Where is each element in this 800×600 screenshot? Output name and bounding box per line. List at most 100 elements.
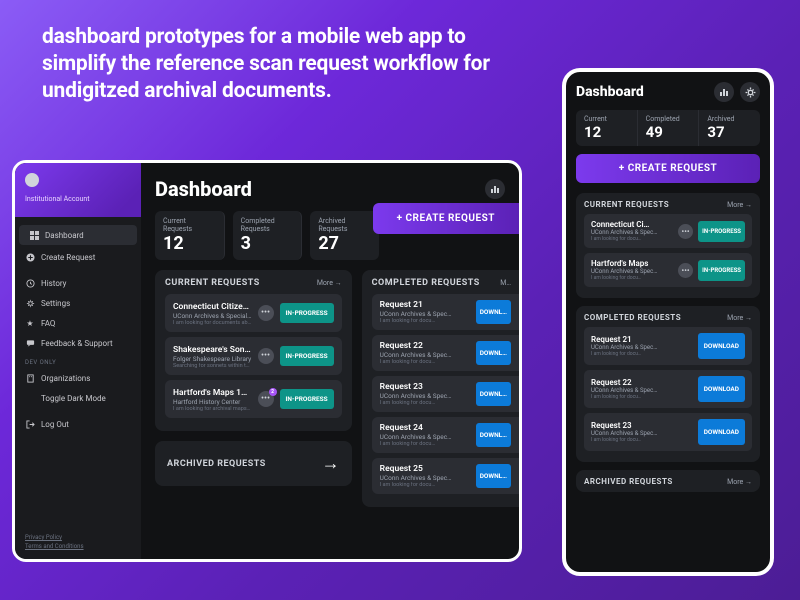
request-source: UConn Archives & Spec… [380, 474, 470, 482]
panel-title: ARCHIVED REQUESTS [167, 459, 266, 469]
request-note: I am looking for docu… [380, 318, 470, 324]
more-actions-button[interactable]: ••• [258, 305, 274, 321]
sidebar-item-label: Toggle Dark Mode [41, 394, 106, 403]
request-title: Request 22 [380, 341, 470, 351]
request-title: Request 24 [380, 423, 470, 433]
download-button[interactable]: DOWNLOAD [698, 419, 745, 445]
download-button[interactable]: DOWNL… [476, 382, 511, 406]
analytics-button[interactable] [485, 179, 505, 199]
download-button[interactable]: DOWNLOAD [698, 333, 745, 359]
desktop-mock: Institutional Account Dashboard Create R… [12, 160, 522, 562]
request-title: Request 23 [380, 382, 470, 392]
settings-button[interactable] [740, 82, 760, 102]
panel-title: CURRENT REQUESTS [165, 278, 260, 288]
avatar[interactable] [25, 173, 39, 187]
request-card[interactable]: Request 24 UConn Archives & Spec… I am l… [372, 417, 519, 453]
stat-value: 49 [646, 123, 691, 141]
more-actions-button[interactable]: •••2 [258, 391, 274, 407]
request-card[interactable]: Request 25 UConn Archives & Spec… I am l… [372, 458, 519, 494]
request-card[interactable]: Hartford's Maps 1935 Hartford History Ce… [165, 380, 342, 418]
request-note: I am looking for documents about the Con… [173, 320, 252, 326]
more-link[interactable]: More → [727, 478, 752, 486]
sidebar-item-settings[interactable]: Settings [15, 293, 141, 313]
status-badge: IN-PROGRESS [280, 303, 334, 323]
stat-label: Archived [707, 115, 752, 123]
more-link[interactable]: M… [500, 279, 511, 287]
panel-title: CURRENT REQUESTS [584, 200, 669, 209]
more-actions-button[interactable]: ••• [258, 348, 274, 364]
stat-label: Archived Requests [318, 217, 371, 233]
download-button[interactable]: DOWNL… [476, 464, 511, 488]
request-source: Hartford History Center [173, 398, 252, 406]
status-badge: IN-PROGRESS [698, 221, 745, 242]
request-title: Request 21 [591, 335, 693, 344]
request-title: Connecticut Ci… [591, 220, 673, 229]
stat-label: Current Requests [163, 217, 216, 233]
terms-link[interactable]: Terms and Conditions [25, 542, 131, 551]
create-request-button[interactable]: + CREATE REQUEST [576, 154, 760, 183]
archived-requests-panel[interactable]: ARCHIVED REQUESTS → [155, 441, 352, 486]
download-button[interactable]: DOWNLOAD [698, 376, 745, 402]
request-card[interactable]: Request 22 UConn Archives & Spec… I am l… [372, 335, 519, 371]
request-source: UConn Archives & Spec… [591, 387, 693, 394]
more-actions-button[interactable]: ••• [678, 263, 693, 278]
request-card[interactable]: Request 23 UConn Archives & Spec… I am l… [584, 413, 752, 451]
sidebar-item-dashboard[interactable]: Dashboard [19, 225, 137, 245]
request-source: UConn Archives & Spec… [380, 310, 470, 318]
hero-copy: dashboard prototypes for a mobile web ap… [42, 24, 520, 105]
sidebar-item-create-request[interactable]: Create Request [15, 247, 141, 267]
chat-icon [25, 338, 35, 348]
gear-icon [25, 298, 35, 308]
stat-value: 12 [584, 123, 629, 141]
download-button[interactable]: DOWNL… [476, 423, 511, 447]
more-link[interactable]: More → [727, 201, 752, 209]
stat-label: Current [584, 115, 629, 123]
sidebar-item-logout[interactable]: Log Out [15, 414, 141, 434]
request-card[interactable]: Request 23 UConn Archives & Spec… I am l… [372, 376, 519, 412]
sidebar-item-toggle-dark[interactable]: Toggle Dark Mode [15, 388, 141, 408]
sidebar-item-history[interactable]: History [15, 273, 141, 293]
request-note: I am looking for archival maps of the Ha… [173, 406, 252, 412]
request-card[interactable]: Request 21 UConn Archives & Spec… I am l… [584, 327, 752, 365]
request-note: I am looking for docu… [591, 275, 673, 281]
stat-label: Completed Requests [241, 217, 294, 233]
request-note: Searching for sonnets within the manuscr… [173, 363, 252, 369]
current-requests-panel: CURRENT REQUESTS More → Connecticut Citi… [155, 270, 352, 431]
create-request-button[interactable]: + CREATE REQUEST [373, 203, 519, 234]
archived-requests-panel[interactable]: ARCHIVED REQUESTS More → [576, 470, 760, 492]
sidebar-item-label: Log Out [41, 420, 69, 429]
download-button[interactable]: DOWNL… [476, 341, 511, 365]
download-button[interactable]: DOWNL… [476, 300, 511, 324]
arrow-right-icon: → [322, 453, 340, 474]
request-card[interactable]: Hartford's Maps UConn Archives & Spec… I… [584, 253, 752, 287]
sidebar-item-label: Create Request [41, 253, 95, 262]
sidebar-item-feedback[interactable]: Feedback & Support [15, 333, 141, 353]
nav-primary: Dashboard Create Request History Setting… [15, 217, 141, 440]
status-badge: IN-PROGRESS [698, 260, 745, 281]
stat-current: Current12 [576, 110, 638, 146]
more-actions-button[interactable]: ••• [678, 224, 693, 239]
more-link[interactable]: More → [317, 279, 342, 287]
page-title: Dashboard [576, 84, 644, 100]
sidebar-item-label: Dashboard [45, 231, 84, 240]
request-card[interactable]: Connecticut Citizens Action… UConn Archi… [165, 294, 342, 332]
bar-chart-icon [490, 184, 500, 194]
grid-icon [29, 230, 39, 240]
sidebar-item-label: Settings [41, 299, 70, 308]
request-card[interactable]: Request 21 UConn Archives & Spec… I am l… [372, 294, 519, 330]
history-icon [25, 278, 35, 288]
sidebar-item-organizations[interactable]: Organizations [15, 368, 141, 388]
mobile-mock: Dashboard Current12 Completed49 Archived… [562, 68, 774, 576]
completed-requests-panel: COMPLETED REQUESTS More → Request 21 UCo… [576, 306, 760, 462]
request-title: Request 21 [380, 300, 470, 310]
analytics-button[interactable] [714, 82, 734, 102]
request-card[interactable]: Request 22 UConn Archives & Spec… I am l… [584, 370, 752, 408]
logout-icon [25, 419, 35, 429]
question-icon: ★ [25, 318, 35, 328]
privacy-link[interactable]: Privacy Policy [25, 533, 131, 542]
request-card[interactable]: Connecticut Ci… UConn Archives & Spec… I… [584, 214, 752, 248]
more-link[interactable]: More → [727, 314, 752, 322]
request-card[interactable]: Shakespeare's Sonnets… Folger Shakespear… [165, 337, 342, 375]
sidebar-item-faq[interactable]: ★ FAQ [15, 313, 141, 333]
request-source: UConn Archives & Spec… [591, 268, 673, 275]
